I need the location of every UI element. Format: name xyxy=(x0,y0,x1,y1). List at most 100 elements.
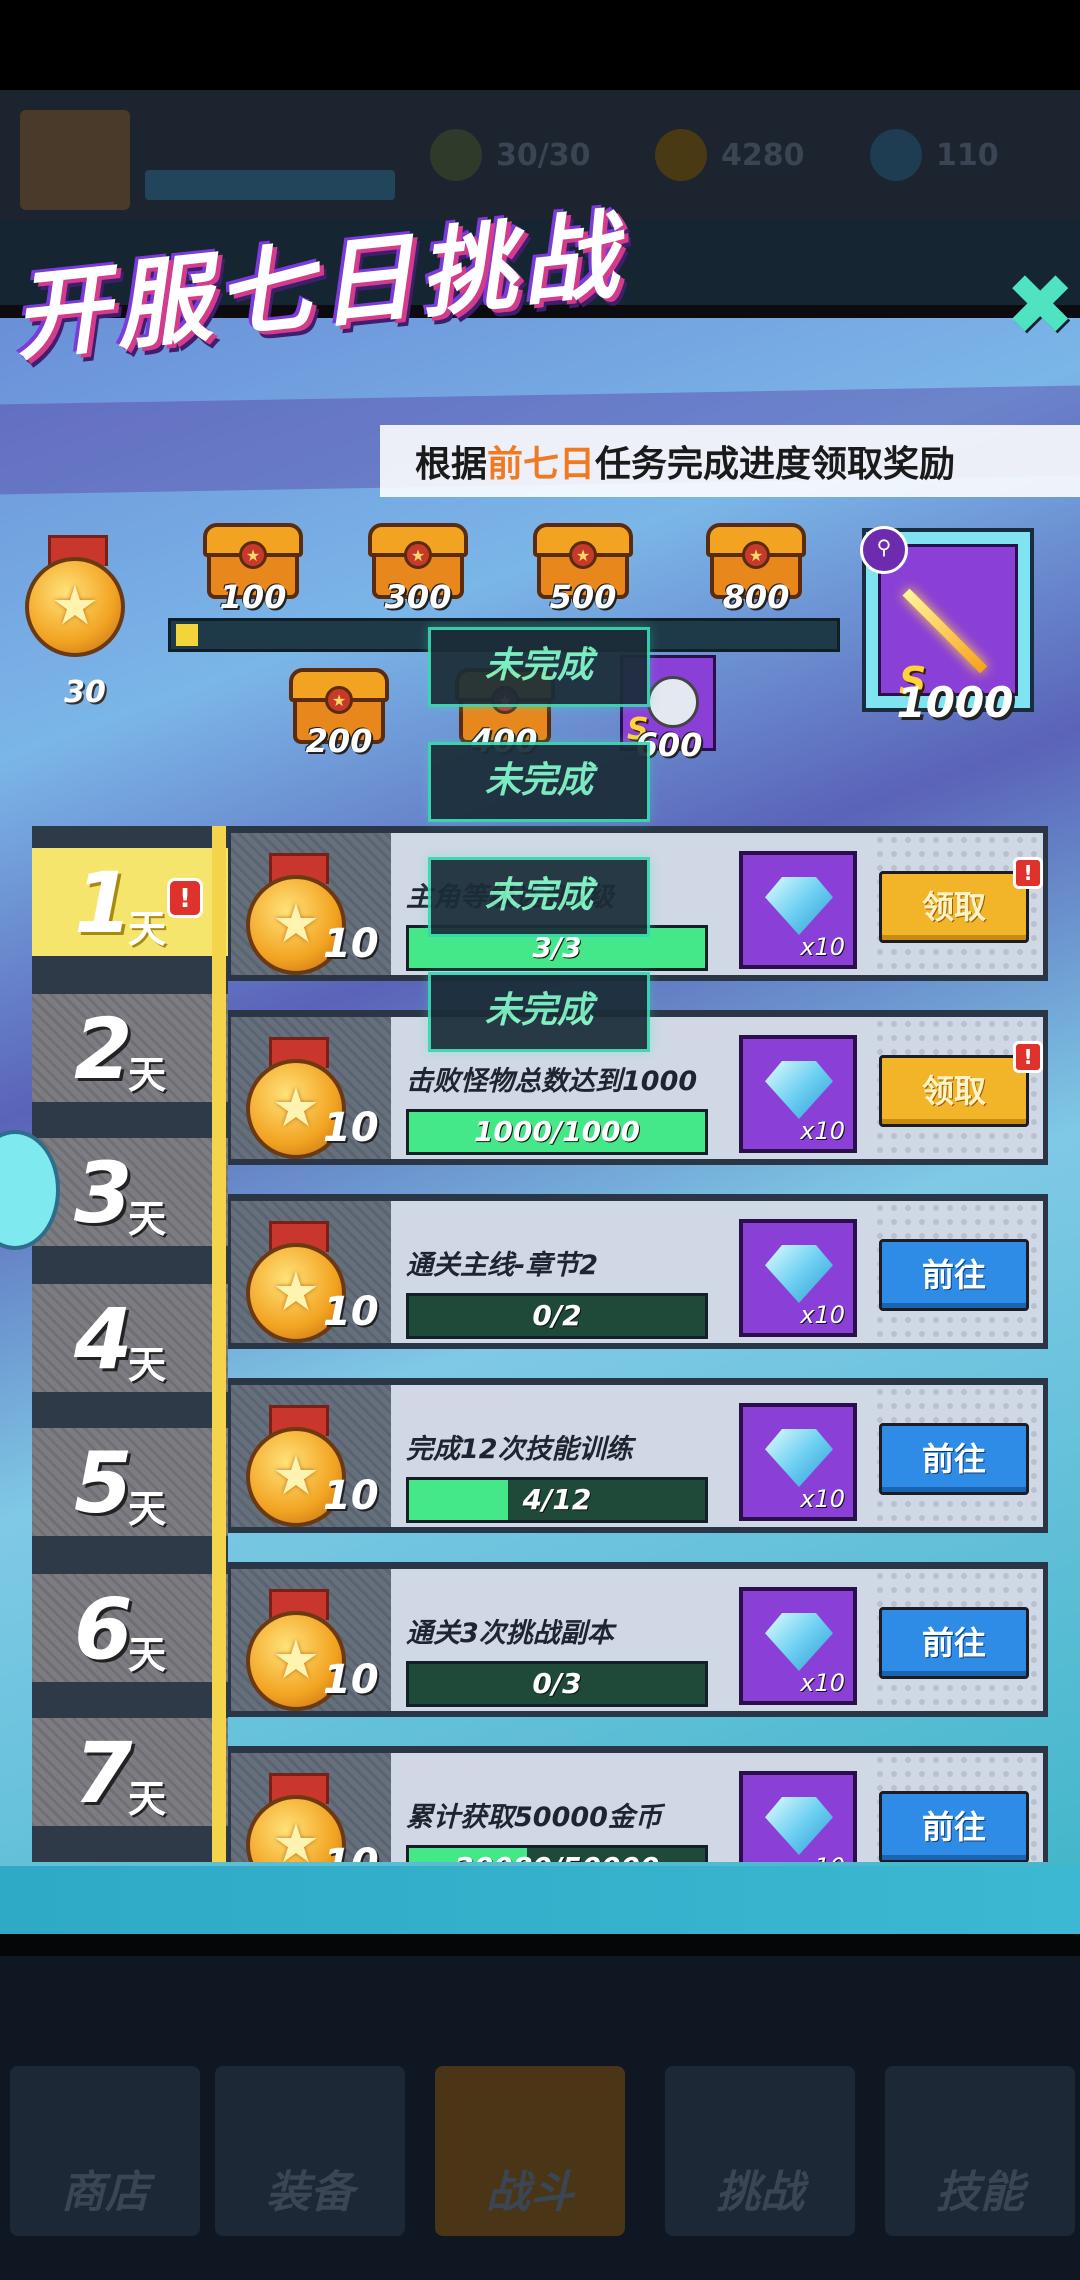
diamond-icon xyxy=(765,1613,833,1671)
reward-quantity: x10 xyxy=(800,1669,845,1697)
task-card: ★10累计获取50000金币20080/50000x10前往 xyxy=(228,1750,1046,1862)
nav-equipment[interactable]: 装备 xyxy=(215,2066,405,2236)
claim-button[interactable]: 领取 xyxy=(879,1055,1029,1127)
reward-quantity: x10 xyxy=(800,1485,845,1513)
subtitle-text-post: 任务完成进度领取奖励 xyxy=(595,444,956,485)
task-name: 累计获取50000金币 xyxy=(406,1802,662,1833)
incomplete-toast: 未完成 xyxy=(428,972,650,1052)
go-button[interactable]: 前往 xyxy=(879,1607,1029,1679)
day-tabs: 1 天! 2天 3天 4天 5天 6天 7天 xyxy=(32,826,228,1862)
player-name xyxy=(160,120,250,142)
reward-quantity: x10 xyxy=(800,933,845,961)
coin-value: 4280 xyxy=(721,137,805,173)
task-progress-text: 4/12 xyxy=(522,1483,592,1516)
diamond-icon xyxy=(765,1797,833,1855)
gem-reward[interactable]: x10 xyxy=(739,851,857,969)
gem-reward[interactable]: x10 xyxy=(739,1035,857,1153)
incomplete-toast: 未完成 xyxy=(428,627,650,707)
go-button[interactable]: 前往 xyxy=(879,1791,1029,1862)
gem-reward[interactable]: x10 xyxy=(739,1587,857,1705)
gem-reward[interactable]: x10 xyxy=(739,1403,857,1521)
subtitle-highlight: 前七日 xyxy=(487,444,596,485)
go-button[interactable]: 前往 xyxy=(879,1239,1029,1311)
task-points: 10 xyxy=(323,1289,379,1335)
task-progress-bar: 0/3 xyxy=(406,1661,708,1707)
task-name: 完成12次技能训练 xyxy=(406,1434,633,1465)
subtitle-text-pre: 根据 xyxy=(415,444,488,485)
task-progress-bar: 1000/1000 xyxy=(406,1109,708,1155)
task-points: 10 xyxy=(323,1657,379,1703)
reward-quantity: x10 xyxy=(800,1301,845,1329)
task-progress-text: 20080/50000 xyxy=(409,1848,705,1862)
bottom-navigation: 商店 装备 战斗 挑战 技能 xyxy=(0,1956,1080,2280)
milestone-label: 200 xyxy=(305,722,373,760)
nav-battle[interactable]: 战斗 xyxy=(435,2066,625,2236)
weapon-type-icon: ⚲ xyxy=(860,526,908,574)
current-points: 30 xyxy=(64,675,106,710)
task-progress-bar: 4/12 xyxy=(406,1477,708,1523)
day-tab-7[interactable]: 7天 xyxy=(32,1718,228,1826)
task-card: ★ 10 通关主线-章节2 0/2 x10 前往 xyxy=(228,1198,1046,1346)
go-button[interactable]: 前往 xyxy=(879,1423,1029,1495)
claim-button[interactable]: 领取 xyxy=(879,871,1029,943)
nav-label: 装备 xyxy=(266,2167,354,2218)
nav-shop[interactable]: 商店 xyxy=(10,2066,200,2236)
milestone-label: 300 xyxy=(384,578,452,616)
panel-footer xyxy=(0,1866,1080,1934)
task-row: ★ 10 完成12次技能训练 4/12 x10 前往 xyxy=(228,1378,1048,1533)
reward-quantity: x10 xyxy=(800,1853,845,1862)
diamond-icon xyxy=(765,1245,833,1303)
day-tab-5[interactable]: 5天 xyxy=(32,1428,228,1536)
task-name: 通关3次挑战副本 xyxy=(406,1618,614,1649)
close-icon: ✖ xyxy=(1005,256,1076,354)
gem-reward[interactable]: x10 xyxy=(739,1771,857,1862)
task-row: ★ 10 通关主线-章节2 0/2 x10 前往 xyxy=(228,1194,1048,1349)
day-tab-3[interactable]: 3天 xyxy=(32,1138,228,1246)
nav-label: 技能 xyxy=(936,2167,1024,2218)
coin-icon xyxy=(655,129,707,181)
points-medal-icon: ★ xyxy=(20,535,130,665)
tab-divider xyxy=(212,826,226,1862)
nav-skills[interactable]: 技能 xyxy=(885,2066,1075,2236)
energy-counter: 30/30 xyxy=(430,125,590,185)
task-name: 击败怪物总数达到1000 xyxy=(406,1066,698,1097)
energy-icon xyxy=(430,129,482,181)
panel-bottom-border xyxy=(0,1934,1080,1956)
task-points: 10 xyxy=(323,921,379,967)
task-name: 通关主线-章节2 xyxy=(406,1250,598,1281)
milestone-label: 800 xyxy=(722,578,790,616)
coin-counter: 4280 xyxy=(655,125,805,185)
final-reward-points: 1000 xyxy=(896,678,1014,727)
task-points: 10 xyxy=(323,1473,379,1519)
task-card: ★ 10 通关3次挑战副本 0/3 x10 前往 xyxy=(228,1566,1046,1714)
milestone-label: 100 xyxy=(219,578,287,616)
day-tab-2[interactable]: 2天 xyxy=(32,994,228,1102)
day-tab-6[interactable]: 6天 xyxy=(32,1574,228,1682)
nav-label: 商店 xyxy=(61,2167,149,2218)
day-tab-4[interactable]: 4天 xyxy=(32,1284,228,1392)
close-button[interactable]: ✖ xyxy=(1005,263,1075,347)
task-progress-text: 0/3 xyxy=(532,1667,582,1700)
progress-fill xyxy=(176,624,198,646)
incomplete-toast: 未完成 xyxy=(428,857,650,937)
diamond-icon xyxy=(765,1429,833,1487)
nav-challenge[interactable]: 挑战 xyxy=(665,2066,855,2236)
task-points: 10 xyxy=(323,1841,379,1862)
task-progress-text: 0/2 xyxy=(532,1299,582,1332)
incomplete-toast: 未完成 xyxy=(428,742,650,822)
alert-badge: ! xyxy=(1013,857,1043,889)
day-tab-1[interactable]: 1 天! xyxy=(32,848,228,956)
gem-value: 110 xyxy=(936,137,999,173)
gem-counter: 110 xyxy=(870,125,999,185)
diamond-icon xyxy=(765,877,833,935)
task-points: 10 xyxy=(323,1105,379,1151)
task-progress-bar: 20080/50000 xyxy=(406,1845,708,1862)
task-row: ★ 10 通关3次挑战副本 0/3 x10 前往 xyxy=(228,1562,1048,1717)
nav-label: 战斗 xyxy=(486,2167,574,2218)
task-row: ★10累计获取50000金币20080/50000x10前往 xyxy=(228,1746,1048,1862)
alert-badge: ! xyxy=(167,878,203,918)
milestone-label: 500 xyxy=(549,578,617,616)
event-subtitle: 根据前七日任务完成进度领取奖励 xyxy=(415,435,955,487)
gem-reward[interactable]: x10 xyxy=(739,1219,857,1337)
reward-quantity: x10 xyxy=(800,1117,845,1145)
